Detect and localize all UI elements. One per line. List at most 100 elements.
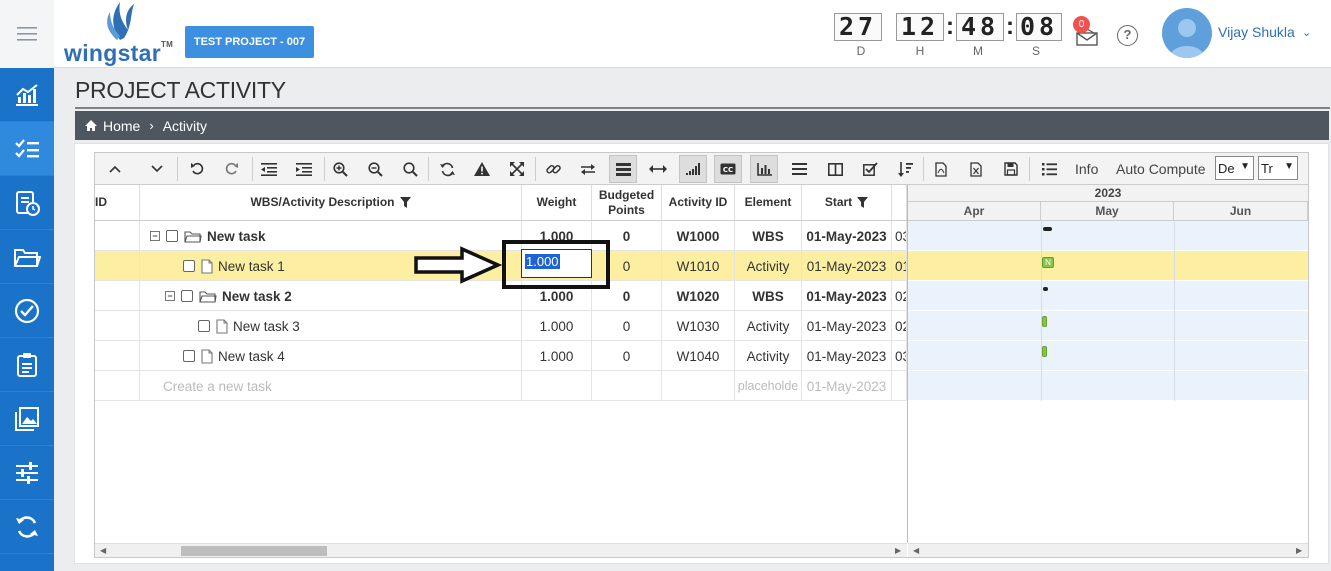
row-layout-button[interactable] (609, 155, 637, 183)
menu-toggle-button[interactable] (0, 0, 54, 68)
col-header-activity-id[interactable]: Activity ID (662, 185, 735, 221)
signal-bars-button[interactable] (679, 155, 707, 183)
end-date-cell[interactable]: 03 (892, 221, 907, 251)
gantt-horizontal-scrollbar[interactable]: ◀ ▶ (908, 543, 1308, 557)
sidebar-item-activity[interactable] (0, 122, 54, 176)
new-task-input[interactable]: Create a new task (140, 371, 522, 401)
end-date-cell[interactable]: 03 (892, 341, 907, 371)
zoom-in-button[interactable] (326, 155, 354, 183)
refresh-button[interactable] (433, 155, 461, 183)
collapse-toggle-icon[interactable]: − (165, 291, 175, 301)
col-header-budgeted-points[interactable]: Budgeted Points (592, 185, 662, 221)
zoom-out-button[interactable] (361, 155, 389, 183)
move-up-button[interactable] (101, 155, 129, 183)
columns-button[interactable] (821, 155, 849, 183)
sidebar-item-sync[interactable] (0, 500, 54, 554)
undo-button[interactable] (183, 155, 211, 183)
auto-compute-button[interactable]: Auto Compute (1116, 161, 1206, 177)
collapse-toggle-icon[interactable]: − (150, 231, 160, 241)
element-placeholder[interactable]: placeholde (735, 371, 802, 401)
activity-id-cell[interactable] (662, 371, 735, 401)
row-checkbox[interactable] (183, 260, 195, 272)
budgeted-points-cell[interactable]: 0 (592, 311, 662, 341)
scroll-left-icon[interactable]: ◀ (100, 546, 106, 555)
budgeted-points-cell[interactable]: 0 (592, 341, 662, 371)
move-down-button[interactable] (143, 155, 171, 183)
user-avatar[interactable] (1162, 8, 1212, 58)
export-excel-button[interactable] (962, 155, 990, 183)
activity-id-cell[interactable]: W1040 (662, 341, 735, 371)
numbered-list-button[interactable] (1035, 155, 1063, 183)
warnings-button[interactable] (468, 155, 496, 183)
display-select[interactable]: De ▼ (1215, 156, 1254, 180)
element-cell[interactable]: Activity (735, 251, 802, 281)
list-view-button[interactable] (785, 155, 813, 183)
checkbox-toggle-button[interactable] (856, 155, 884, 183)
breadcrumb-home-link[interactable]: Home (103, 118, 140, 134)
search-button[interactable] (396, 155, 424, 183)
gantt-task-bar[interactable]: N (1042, 257, 1054, 268)
activity-id-cell[interactable]: W1030 (662, 311, 735, 341)
fit-width-button[interactable] (644, 155, 672, 183)
info-button[interactable]: Info (1075, 161, 1098, 177)
help-icon[interactable]: ? (1117, 25, 1138, 46)
activity-id-cell[interactable]: W1020 (662, 281, 735, 311)
sidebar-item-reports[interactable] (0, 176, 54, 230)
row-checkbox[interactable] (183, 350, 195, 362)
start-date-cell[interactable]: 01-May-2023 (802, 341, 892, 371)
col-header-description[interactable]: WBS/Activity Description (140, 185, 522, 221)
end-date-cell[interactable]: 01 (892, 251, 907, 281)
sidebar-item-settings[interactable] (0, 446, 54, 500)
row-checkbox[interactable] (198, 320, 210, 332)
start-date-cell[interactable]: 01-May-2023 (802, 281, 892, 311)
scroll-right-icon[interactable]: ▶ (1296, 546, 1302, 555)
closed-caption-button[interactable]: CC (714, 155, 742, 183)
row-checkbox[interactable] (181, 290, 193, 302)
table-row[interactable]: − New task 2 1.000 0 W1020 WBS 01-May-202… (95, 281, 907, 311)
start-date-cell[interactable]: 01-May-2023 (802, 221, 892, 251)
fullscreen-button[interactable] (503, 155, 531, 183)
col-header-start[interactable]: Start (802, 185, 892, 221)
sidebar-item-dashboard[interactable] (0, 68, 54, 122)
grid-horizontal-scrollbar[interactable]: ◀ ▶ (95, 543, 907, 557)
export-pdf-button[interactable] (927, 155, 955, 183)
chevron-down-icon[interactable]: ⌄ (1302, 26, 1311, 39)
gantt-summary-bar[interactable] (1043, 227, 1052, 231)
project-selector-button[interactable]: TEST PROJECT - 007 (185, 26, 314, 58)
end-date-cell[interactable]: 02 (892, 311, 907, 341)
weight-cell[interactable]: 1.000 (522, 311, 592, 341)
element-cell[interactable]: Activity (735, 341, 802, 371)
table-row[interactable]: New task 4 1.000 0 W1040 Activity 01-May… (95, 341, 907, 371)
start-date-cell[interactable]: 01-May-2023 (802, 311, 892, 341)
outdent-button[interactable] (255, 155, 283, 183)
start-date-cell[interactable]: 01-May-2023 (802, 251, 892, 281)
bar-chart-button[interactable] (750, 155, 778, 183)
filter-icon[interactable] (399, 197, 411, 208)
sidebar-item-approvals[interactable] (0, 284, 54, 338)
sidebar-item-documents[interactable] (0, 230, 54, 284)
task-name-cell[interactable]: New task 3 (140, 311, 522, 341)
new-task-row[interactable]: Create a new task placeholde 01-May-2023 (95, 371, 907, 401)
start-date-placeholder[interactable]: 01-May-2023 (802, 371, 892, 401)
task-name-cell[interactable]: New task 4 (140, 341, 522, 371)
swap-button[interactable] (574, 155, 602, 183)
col-header-id[interactable]: ID (95, 185, 140, 221)
sort-button[interactable] (891, 155, 919, 183)
budgeted-points-cell[interactable] (592, 371, 662, 401)
table-row[interactable]: New task 3 1.000 0 W1030 Activity 01-May… (95, 311, 907, 341)
element-cell[interactable]: WBS (735, 281, 802, 311)
scroll-right-icon[interactable]: ▶ (895, 546, 901, 555)
gantt-task-bar[interactable] (1042, 316, 1047, 327)
activity-id-cell[interactable]: W1000 (662, 221, 735, 251)
indent-button[interactable] (290, 155, 318, 183)
wingstar-logo[interactable]: wingstarTM (60, 2, 175, 66)
scrollbar-thumb[interactable] (181, 546, 327, 556)
scroll-left-icon[interactable]: ◀ (913, 546, 919, 555)
gantt-task-bar[interactable] (1042, 346, 1047, 357)
row-checkbox[interactable] (166, 230, 178, 242)
weight-edit-input[interactable]: 1.000 (521, 249, 592, 278)
element-cell[interactable]: Activity (735, 311, 802, 341)
element-cell[interactable]: WBS (735, 221, 802, 251)
gantt-summary-bar[interactable] (1043, 287, 1048, 291)
sidebar-item-gallery[interactable] (0, 392, 54, 446)
